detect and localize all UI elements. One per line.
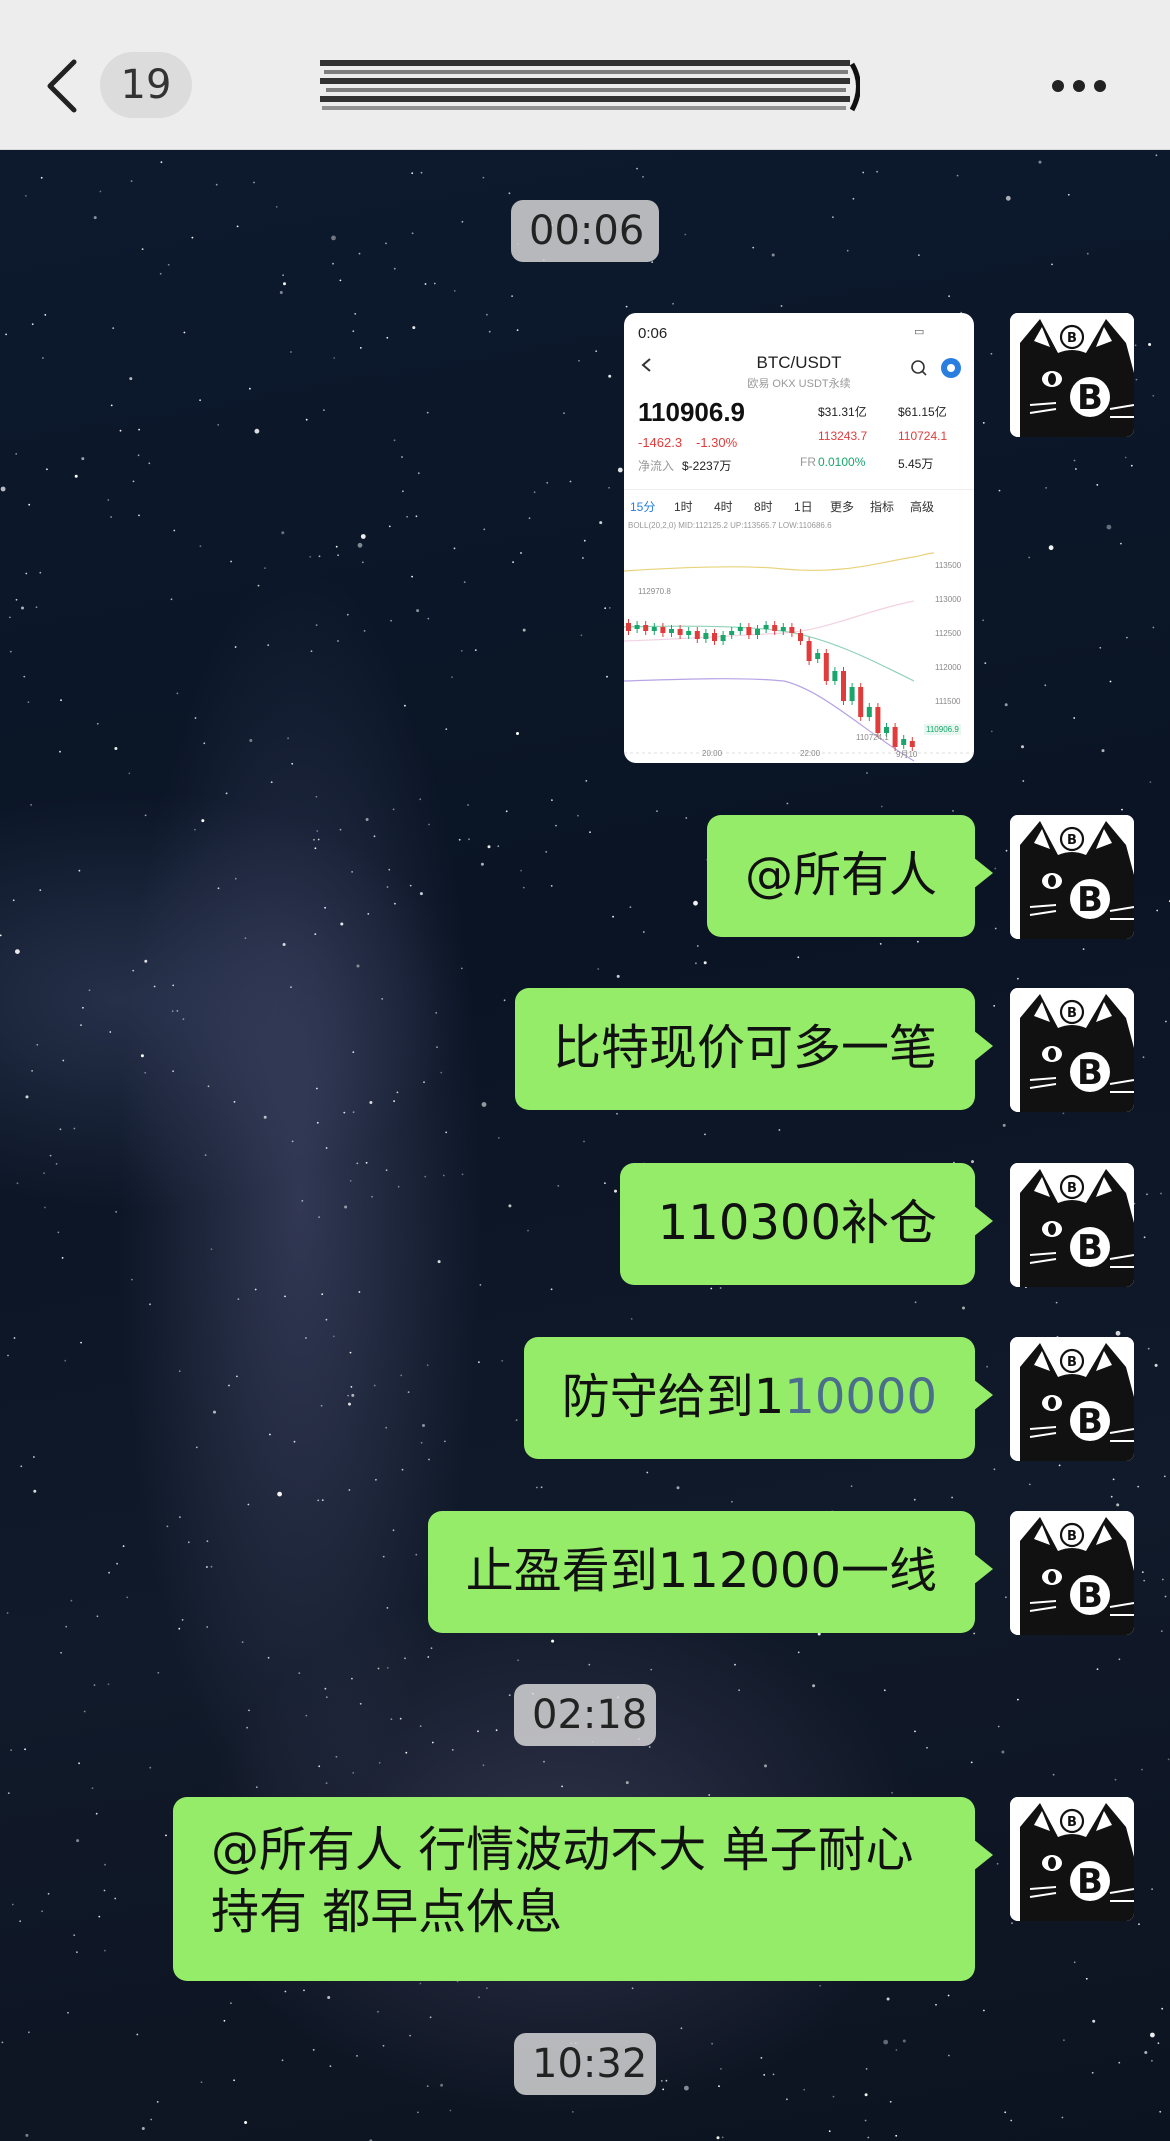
x-axis-label: 9月10 (896, 750, 918, 759)
pair-subtitle: 欧易 OKX USDT永续 (747, 378, 851, 390)
svg-text:B: B (1077, 880, 1103, 920)
black-cat-bitcoin-avatar-icon: BB (1010, 1163, 1134, 1287)
timeframe-tabs: 15分 1时 4时 8时 1日 更多 指标 高级 (624, 489, 974, 519)
tab-1h: 1时 (674, 500, 693, 514)
stat-value: $31.31亿 (818, 405, 867, 419)
message-bubble[interactable]: 防守给到110000 (523, 1337, 994, 1459)
black-cat-bitcoin-avatar-icon: BB (1010, 1797, 1134, 1921)
price-change: -1462.3 (638, 435, 683, 450)
net-inflow-value: $-2237万 (682, 459, 732, 473)
high-price: 113243.7 (818, 429, 868, 443)
image-message-trading-screenshot[interactable]: 0:06 ▭ BTC/USDT 欧易 OKX USDT永续 110906.9 -… (624, 313, 974, 763)
timestamp: 00:06 (511, 200, 659, 262)
black-cat-bitcoin-avatar-icon: BB (1010, 1511, 1134, 1635)
chat-header: 19 (0, 0, 1170, 150)
chart-low-marker: 110724.1 (856, 733, 889, 742)
redacted-chat-title (320, 60, 860, 112)
message-bubble[interactable]: @所有人 行情波动不大 单子耐心持有 都早点休息 (173, 1797, 993, 1981)
timestamp: 10:32 (514, 2033, 656, 2095)
svg-text:B: B (1077, 1228, 1103, 1268)
funding-rate: 0.0100% (818, 455, 866, 469)
black-cat-bitcoin-avatar-icon: BB (1010, 1337, 1134, 1461)
low-price: 110724.1 (898, 429, 948, 443)
svg-text:B: B (1077, 378, 1103, 418)
bollinger-legend: BOLL(20,2,0) MID:112125.2 UP:113565.7 LO… (628, 521, 832, 530)
funding-label: FR (800, 455, 816, 469)
svg-text:B: B (1077, 1402, 1103, 1442)
more-horizontal-icon[interactable] (1050, 78, 1108, 94)
svg-text:B: B (1077, 1576, 1103, 1616)
svg-text:B: B (1067, 1529, 1077, 1544)
tab-15m: 15分 (630, 500, 656, 514)
sender-avatar[interactable]: BB (1010, 1163, 1134, 1287)
svg-text:B: B (1077, 1053, 1103, 1093)
svg-text:B: B (1067, 833, 1077, 848)
detected-number-link[interactable]: 10000 (784, 1369, 937, 1425)
sender-avatar[interactable]: BB (1010, 1797, 1134, 1921)
sender-avatar[interactable]: BB (1010, 988, 1134, 1112)
message-text: 110300补仓 (657, 1195, 937, 1251)
message-bubble[interactable]: @所有人 (706, 815, 994, 937)
y-axis-label: 113000 (935, 595, 962, 604)
tab-more: 更多 (830, 500, 855, 514)
search-icon (911, 360, 927, 376)
eye-icon (941, 358, 961, 378)
message-text: 止盈看到112000一线 (465, 1543, 937, 1599)
black-cat-bitcoin-avatar-icon: BB (1010, 313, 1134, 437)
unread-count-badge[interactable]: 19 (100, 52, 192, 118)
y-axis-label: 113500 (935, 561, 962, 570)
black-cat-bitcoin-avatar-icon: BB (1010, 815, 1134, 939)
candlestick-chart (624, 552, 974, 762)
svg-text:B: B (1077, 1862, 1103, 1902)
sender-avatar[interactable]: BB (1010, 1511, 1134, 1635)
y-axis-label: 112000 (935, 663, 962, 672)
battery-icon: ▭ (914, 326, 925, 338)
stat-value: $61.15亿 (898, 405, 947, 419)
stat-value: 5.45万 (898, 457, 934, 471)
sender-avatar[interactable]: BB (1010, 1337, 1134, 1461)
message-text: @所有人 (744, 847, 937, 903)
chart-high-marker: 112970.8 (638, 587, 671, 596)
tab-advanced: 高级 (910, 500, 935, 514)
message-bubble[interactable]: 110300补仓 (619, 1163, 994, 1285)
tab-4h: 4时 (714, 500, 733, 514)
current-price-tag: 110906.9 (924, 724, 961, 735)
svg-text:B: B (1067, 1181, 1077, 1196)
price-change-percent: -1.30% (696, 435, 738, 450)
sender-avatar[interactable]: BB (1010, 815, 1134, 939)
svg-text:B: B (1067, 331, 1077, 346)
message-bubble[interactable]: 止盈看到112000一线 (427, 1511, 994, 1633)
chevron-left-icon[interactable] (44, 58, 80, 114)
message-text: 比特现价可多一笔 (552, 1020, 937, 1076)
sender-avatar[interactable]: BB (1010, 313, 1134, 437)
y-axis-label: 111500 (935, 697, 961, 706)
tab-indicators: 指标 (870, 500, 895, 514)
x-axis-label: 20:00 (702, 749, 723, 758)
message-bubble[interactable]: 比特现价可多一笔 (514, 988, 994, 1110)
net-inflow-label: 净流入 (638, 459, 675, 473)
last-price: 110906.9 (638, 397, 746, 427)
tab-1d: 1日 (794, 500, 813, 514)
status-time: 0:06 (638, 325, 668, 342)
message-text: @所有人 行情波动不大 单子耐心持有 都早点休息 (211, 1822, 914, 1940)
svg-text:B: B (1067, 1355, 1077, 1370)
black-cat-bitcoin-avatar-icon: BB (1010, 988, 1134, 1112)
svg-text:B: B (1067, 1815, 1077, 1830)
message-text: 防守给到1 (561, 1369, 785, 1425)
x-axis-label: 22:00 (800, 749, 821, 758)
tab-8h: 8时 (754, 500, 773, 514)
y-axis-label: 112500 (935, 629, 962, 638)
timestamp: 02:18 (514, 1684, 656, 1746)
svg-text:B: B (1067, 1006, 1077, 1021)
